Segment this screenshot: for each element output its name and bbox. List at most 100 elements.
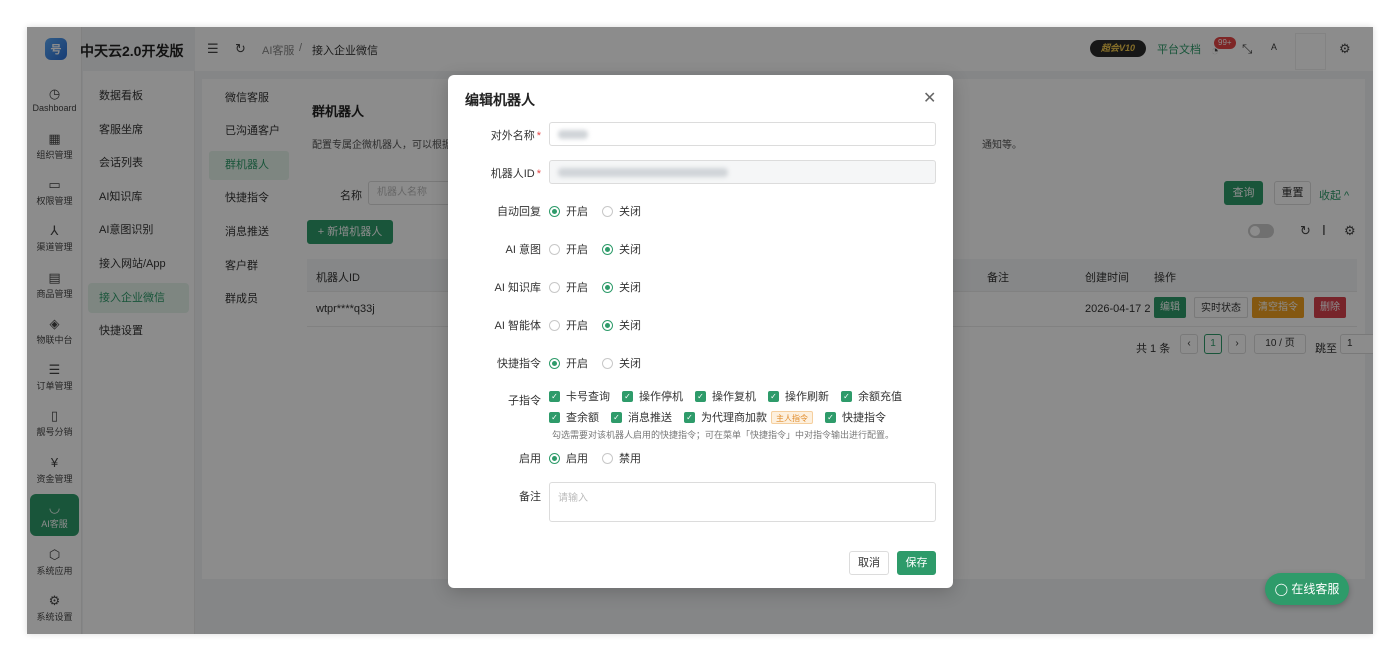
required-mark: * — [536, 130, 541, 142]
ai-agent-radio-group: 开启 关闭 — [549, 317, 655, 333]
ai-intent-label: AI 意图 — [505, 244, 541, 256]
radio-label: 开启 — [566, 358, 588, 370]
quick-cmd-radio-group: 开启 关闭 — [549, 355, 655, 371]
radio-unchecked — [549, 243, 560, 255]
radio-checked — [549, 205, 560, 217]
radio-checked — [549, 357, 560, 369]
ai-kb-label: AI 知识库 — [494, 282, 541, 294]
robot-id-label-text: 机器人ID — [490, 168, 535, 180]
enable-label: 启用 — [519, 453, 541, 465]
robot-id-input — [549, 160, 936, 184]
radio-unchecked — [602, 357, 613, 369]
sub-cmd-checkbox[interactable]: ✓ 快捷指令 — [825, 409, 886, 425]
auto-reply-label: 自动回复 — [497, 206, 541, 218]
ai-intent-radio-group: 开启 关闭 — [549, 241, 655, 257]
sub-cmd-checkbox[interactable]: ✓ 消息推送 — [611, 409, 672, 425]
save-button[interactable]: 保存 — [897, 551, 936, 575]
checkbox-checked-icon: ✓ — [611, 411, 622, 423]
blurred-value — [558, 168, 728, 177]
radio-label: 禁用 — [619, 453, 641, 465]
ai-kb-radio-group: 开启 关闭 — [549, 279, 655, 295]
radio-unchecked — [602, 452, 613, 464]
checkbox-label: 为代理商加款 — [701, 412, 767, 424]
checkbox-label: 查余额 — [566, 412, 599, 424]
radio-checked — [602, 319, 613, 331]
checkbox-label: 操作复机 — [712, 391, 756, 403]
sub-cmd-checkbox[interactable]: ✓ 查余额 — [549, 409, 599, 425]
sub-cmd-row-1: ✓ 卡号查询 ✓ 操作停机 ✓ 操作复机 ✓ 操作刷新 ✓ 余额充值 — [549, 388, 914, 404]
sub-cmd-checkbox[interactable]: ✓ 余额充值 — [841, 388, 902, 404]
robot-id-label: 机器人ID * — [491, 165, 541, 181]
cancel-button[interactable]: 取消 — [849, 551, 889, 575]
chat-icon: ◯ — [1274, 582, 1292, 596]
radio-checked — [602, 281, 613, 293]
checkbox-checked-icon: ✓ — [549, 390, 560, 402]
checkbox-label: 余额充值 — [858, 391, 902, 403]
checkbox-checked-icon: ✓ — [768, 390, 779, 402]
checkbox-checked-icon: ✓ — [622, 390, 633, 402]
name-label-text: 对外名称 — [490, 130, 535, 142]
checkbox-label: 操作停机 — [639, 391, 683, 403]
radio-label: 关闭 — [619, 320, 641, 332]
online-service-button[interactable]: ◯ 在线客服 — [1265, 573, 1349, 605]
radio-label: 开启 — [566, 206, 588, 218]
sub-cmd-hint: 勾选需要对该机器人启用的快捷指令；可在菜单「快捷指令」中对指令输出进行配置。 — [552, 430, 895, 440]
radio-label: 开启 — [566, 282, 588, 294]
checkbox-checked-icon: ✓ — [684, 411, 695, 423]
radio-unchecked — [549, 319, 560, 331]
checkbox-checked-icon: ✓ — [825, 411, 836, 423]
auto-reply-off[interactable]: 关闭 — [602, 203, 641, 219]
dialog-title: 编辑机器人 — [465, 92, 535, 108]
remark-label: 备注 — [519, 491, 541, 503]
ai-intent-on[interactable]: 开启 — [549, 241, 588, 257]
auto-reply-radio-group: 开启 关闭 — [549, 203, 655, 219]
radio-checked — [549, 452, 560, 464]
radio-label: 关闭 — [619, 206, 641, 218]
required-mark: * — [536, 168, 541, 180]
radio-label: 开启 — [566, 244, 588, 256]
checkbox-checked-icon: ✓ — [549, 411, 560, 423]
checkbox-label: 快捷指令 — [842, 412, 886, 424]
sub-cmd-row-2: ✓ 查余额 ✓ 消息推送 ✓ 为代理商加款 主人指令 ✓ 快捷指令 — [549, 409, 898, 425]
quick-cmd-off[interactable]: 关闭 — [602, 355, 641, 371]
radio-label: 关闭 — [619, 282, 641, 294]
ai-agent-label: AI 智能体 — [494, 320, 541, 332]
quick-cmd-on[interactable]: 开启 — [549, 355, 588, 371]
radio-unchecked — [602, 205, 613, 217]
sub-cmd-checkbox[interactable]: ✓ 操作停机 — [622, 388, 683, 404]
edit-robot-dialog: 编辑机器人 ✕ 对外名称 * 机器人ID * 自动回复 开启 关闭 AI 意图 开启… — [448, 75, 953, 588]
sub-cmd-checkbox[interactable]: ✓ 操作复机 — [695, 388, 756, 404]
owner-command-tag: 主人指令 — [771, 410, 813, 424]
remark-textarea[interactable]: 请输入 — [549, 482, 936, 522]
name-input[interactable] — [549, 122, 936, 146]
ai-kb-off[interactable]: 关闭 — [602, 279, 641, 295]
radio-checked — [602, 243, 613, 255]
checkbox-label: 消息推送 — [628, 412, 672, 424]
radio-label: 开启 — [566, 320, 588, 332]
radio-label: 关闭 — [619, 244, 641, 256]
radio-unchecked — [549, 281, 560, 293]
enable-radio-group: 启用 禁用 — [549, 450, 655, 466]
checkbox-label: 卡号查询 — [566, 391, 610, 403]
quick-cmd-label: 快捷指令 — [497, 358, 541, 370]
checkbox-label: 操作刷新 — [785, 391, 829, 403]
radio-label: 启用 — [566, 453, 588, 465]
sub-cmd-label: 子指令 — [508, 395, 541, 407]
enable-off[interactable]: 禁用 — [602, 450, 641, 466]
ai-agent-off[interactable]: 关闭 — [602, 317, 641, 333]
name-label: 对外名称 * — [491, 127, 541, 143]
radio-label: 关闭 — [619, 358, 641, 370]
chat-button-label: 在线客服 — [1291, 582, 1340, 596]
enable-on[interactable]: 启用 — [549, 450, 588, 466]
sub-cmd-checkbox[interactable]: ✓ 为代理商加款 主人指令 — [684, 409, 813, 425]
sub-cmd-checkbox[interactable]: ✓ 操作刷新 — [768, 388, 829, 404]
auto-reply-on[interactable]: 开启 — [549, 203, 588, 219]
ai-kb-on[interactable]: 开启 — [549, 279, 588, 295]
sub-cmd-checkbox[interactable]: ✓ 卡号查询 — [549, 388, 610, 404]
checkbox-checked-icon: ✓ — [841, 390, 852, 402]
checkbox-checked-icon: ✓ — [695, 390, 706, 402]
ai-intent-off[interactable]: 关闭 — [602, 241, 641, 257]
close-icon[interactable]: ✕ — [923, 88, 936, 108]
ai-agent-on[interactable]: 开启 — [549, 317, 588, 333]
blurred-value — [558, 130, 588, 139]
